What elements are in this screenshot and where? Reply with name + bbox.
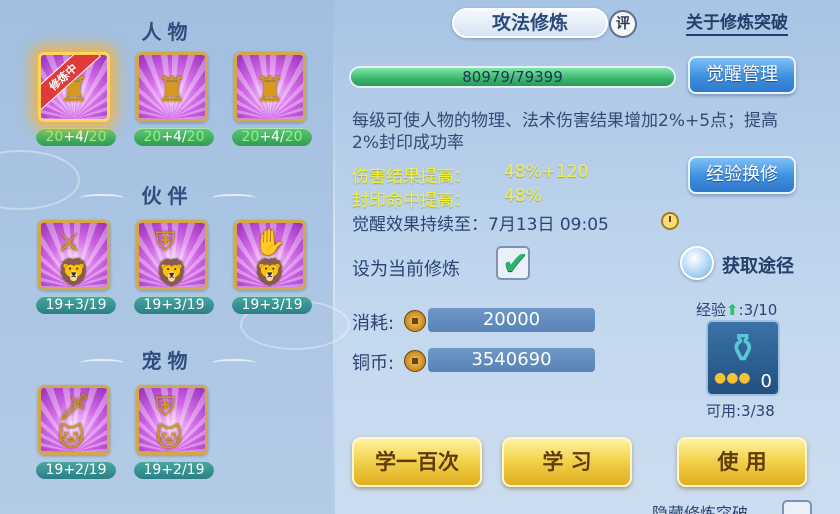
warrior-figure-icon: ♜	[254, 69, 286, 110]
stat-damage: 伤害结果提高： 48%+120	[352, 162, 588, 187]
item-count: 0	[760, 371, 772, 392]
partner-level: 19+3/19	[36, 296, 116, 314]
shield-cat-icon: ⛨🐱	[155, 392, 183, 454]
warrior-figure-icon: ♜	[156, 69, 188, 110]
section-title-partners: 伙伴	[0, 180, 335, 209]
effect-description: 每级可使人物的物理、法术伤害结果增加2%+5点；提高2%封印成功率	[352, 111, 779, 153]
pet-slot-1[interactable]: 🗡🐱 19+2/19	[36, 385, 116, 479]
obtain-method-link[interactable]: 获取途径	[722, 252, 794, 278]
character-level: 20+4/20	[134, 128, 214, 146]
stat-label: 封印命中提高：	[352, 191, 471, 211]
pet-level: 19+2/19	[36, 461, 116, 479]
partner-slot-2[interactable]: ⛨🦁 19+3/19	[134, 220, 214, 314]
partner-slot-1[interactable]: ⚔🦁 19+3/19	[36, 220, 116, 314]
hide-breakthrough-checkbox[interactable]	[782, 500, 812, 514]
exp-progress-text: 80979/79399	[462, 68, 563, 86]
exp-item-slot[interactable]: ⚱ ●●● 0	[706, 320, 780, 396]
exp-exchange-button[interactable]: 经验换修	[688, 156, 796, 194]
partner-card[interactable]: ⚔🦁	[38, 220, 110, 290]
consume-label: 消耗:	[352, 313, 395, 334]
hide-breakthrough-label: 隐藏修炼突破	[652, 504, 749, 514]
gold-coins-icon: ●●●	[714, 370, 751, 386]
pet-card[interactable]: ⛨🐱	[136, 385, 208, 455]
sword-lion-icon: ⚔🦁	[57, 227, 90, 288]
checkmark-icon: ✔	[502, 244, 529, 282]
exp-progress-bar: 80979/79399	[349, 66, 676, 88]
stat-seal: 封印命中提高： 48%	[352, 186, 542, 211]
sword-cat-icon: 🗡🐱	[57, 392, 91, 453]
item-available: 可用:3/38	[706, 402, 775, 420]
partner-level: 19+3/19	[232, 296, 312, 314]
partner-card[interactable]: ✋🦁	[234, 220, 306, 290]
character-slot-1[interactable]: ♜ 修炼中 20+4/20	[36, 52, 116, 146]
about-breakthrough-link[interactable]: 关于修炼突破	[686, 12, 788, 36]
shield-lion-icon: ⛨🦁	[155, 227, 188, 289]
consume-value: 20000	[428, 308, 595, 332]
awaken-expire-text: 觉醒效果持续至：7月13日 09:05	[352, 215, 609, 235]
stat-value: 48%+120	[504, 162, 589, 182]
learn-button[interactable]: 学 习	[502, 437, 632, 487]
section-title-pets: 宠物	[0, 345, 335, 374]
pet-slot-2[interactable]: ⛨🐱 19+2/19	[134, 385, 214, 479]
copper-label: 铜币:	[352, 353, 395, 374]
stat-label: 伤害结果提高：	[352, 167, 471, 187]
section-title-characters: 人物	[141, 20, 194, 44]
pet-card[interactable]: 🗡🐱	[38, 385, 110, 455]
coin-icon	[404, 310, 426, 332]
clock-icon	[661, 212, 679, 230]
character-card[interactable]: ♜	[136, 52, 208, 122]
learn-hundred-button[interactable]: 学一百次	[352, 437, 482, 487]
partner-card[interactable]: ⛨🦁	[136, 220, 208, 290]
page-title: 攻法修炼	[452, 8, 608, 38]
partner-level: 19+3/19	[134, 296, 214, 314]
copper-value: 3540690	[428, 348, 595, 372]
vase-icon: ⚱	[726, 326, 760, 372]
left-panel: 人物 ♜ 修炼中 20+4/20 ♜ 20+4/20 ♜ 20+4/20 伙伴	[0, 0, 350, 514]
character-level: 20+4/20	[36, 128, 116, 146]
character-slot-2[interactable]: ♜ 20+4/20	[134, 52, 214, 146]
character-card[interactable]: ♜ 修炼中	[38, 52, 110, 122]
character-card[interactable]: ♜	[234, 52, 306, 122]
exp-label: 经验⬆:3/10	[696, 301, 778, 319]
rate-icon[interactable]: 评	[609, 10, 637, 38]
character-slot-3[interactable]: ♜ 20+4/20	[232, 52, 312, 146]
book-icon[interactable]	[680, 246, 714, 280]
set-current-label: 设为当前修炼	[352, 259, 460, 280]
character-level: 20+4/20	[232, 128, 312, 146]
stat-value: 48%	[504, 186, 542, 206]
coin-icon	[404, 350, 426, 372]
hand-lion-icon: ✋🦁	[253, 227, 286, 288]
partner-slot-3[interactable]: ✋🦁 19+3/19	[232, 220, 312, 314]
arrow-up-icon: ⬆	[726, 301, 739, 319]
set-current-checkbox[interactable]: ✔	[496, 244, 530, 282]
pet-level: 19+2/19	[134, 461, 214, 479]
awaken-manage-button[interactable]: 觉醒管理	[688, 56, 796, 94]
use-button[interactable]: 使 用	[677, 437, 807, 487]
